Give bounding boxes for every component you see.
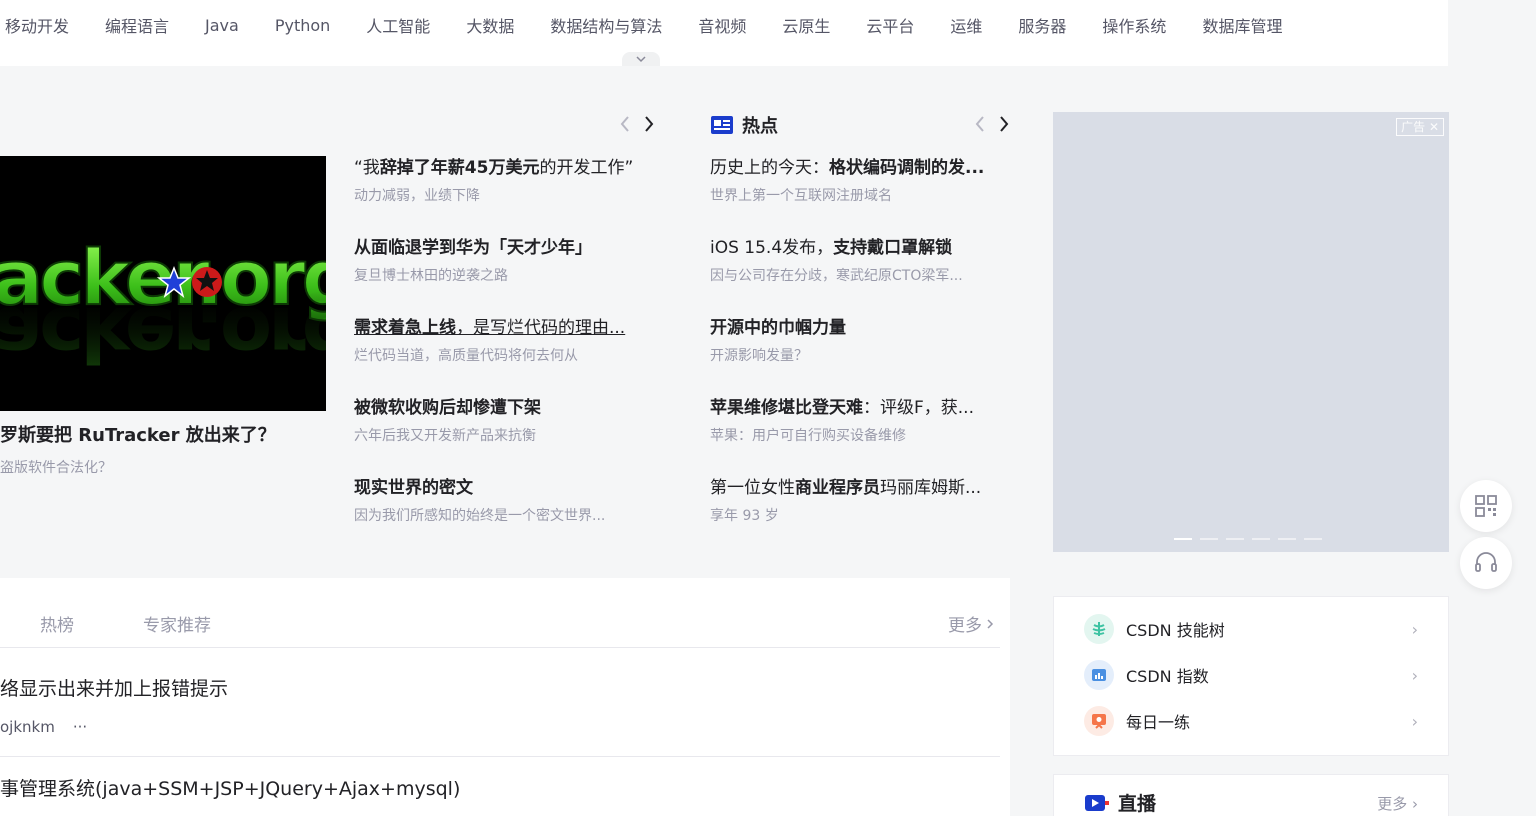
qr-code-button[interactable]	[1460, 480, 1512, 532]
chevron-left-icon[interactable]	[618, 115, 632, 133]
chevron-left-icon[interactable]	[973, 115, 987, 133]
index-chart-icon	[1084, 660, 1114, 690]
nav-item-python[interactable]: Python	[275, 16, 330, 35]
news-item[interactable]: 现实世界的密文 因为我们所感知的始终是一个密文世界...	[354, 476, 654, 556]
svg-text:acker.org: acker.org	[0, 290, 326, 379]
chevron-right-icon[interactable]	[642, 115, 656, 133]
ad-carousel-dots	[1174, 538, 1322, 540]
rutracker-logo: acker.org acker.org	[0, 232, 326, 379]
qr-code-icon	[1475, 495, 1497, 517]
category-list: 移动开发 编程语言 Java Python 人工智能 大数据 数据结构与算法 音…	[0, 0, 1312, 50]
hot-item[interactable]: 苹果维修堪比登天难：评级F，获... 苹果：用户可自行购买设备维修	[710, 396, 1010, 476]
chevron-right-icon: ›	[1411, 665, 1418, 685]
hot-item[interactable]: 开源中的巾帼力量 开源影响发量？	[710, 316, 1010, 396]
nav-item-java[interactable]: Java	[205, 16, 239, 35]
feature-subtitle: 盗版软件合法化？	[0, 460, 112, 476]
tab-hot-list[interactable]: 热榜	[40, 611, 74, 636]
news-list: “我辞掉了年薪45万美元的开发工作” 动力减弱，业绩下降 从面临退学到华为「天才…	[354, 156, 654, 556]
news-item[interactable]: 从面临退学到华为「天才少年」 复旦博士林田的逆袭之路	[354, 236, 654, 316]
live-panel: 直播 更多 ›	[1053, 774, 1449, 816]
customer-service-button[interactable]	[1460, 537, 1512, 589]
row-divider	[0, 756, 1000, 757]
news-carousel-arrows	[618, 115, 656, 133]
hot-list: 历史上的今天：格状编码调制的发... 世界上第一个互联网注册域名 iOS 15.…	[710, 156, 1010, 556]
carousel-dot[interactable]	[1200, 538, 1218, 540]
tool-skill-tree[interactable]: CSDN 技能树 ›	[1084, 613, 1418, 645]
ad-banner[interactable]: 广告 ✕	[1053, 112, 1449, 552]
hot-heading-label: 热点	[742, 116, 778, 137]
feature-image[interactable]: acker.org acker.org	[0, 156, 326, 411]
nav-item-ops[interactable]: 运维	[950, 13, 982, 37]
tools-panel: CSDN 技能树 › CSDN 指数 › 每日一练 ›	[1053, 596, 1449, 756]
tool-csdn-index[interactable]: CSDN 指数 ›	[1084, 659, 1418, 691]
ad-label[interactable]: 广告 ✕	[1396, 118, 1444, 136]
nav-item-cloud-platform[interactable]: 云平台	[866, 13, 914, 37]
article-author[interactable]: ojknkm	[0, 718, 55, 736]
article-list-panel: 热榜 专家推荐 更多 络显示出来并加上报错提示 ojknkm ··· 事管理系统…	[0, 578, 1010, 816]
tool-label: CSDN 指数	[1126, 667, 1209, 686]
feature-title[interactable]: 罗斯要把 RuTracker 放出来了？	[0, 421, 276, 447]
nav-item-os[interactable]: 操作系统	[1102, 13, 1166, 37]
chevron-down-icon	[636, 56, 646, 63]
tool-label: CSDN 技能树	[1126, 621, 1225, 640]
live-video-icon	[1085, 794, 1109, 811]
news-item[interactable]: 需求着急上线，是写烂代码的理由... 烂代码当道，高质量代码将何去何从	[354, 316, 654, 396]
carousel-dot[interactable]	[1278, 538, 1296, 540]
more-options-icon[interactable]: ···	[73, 718, 87, 736]
news-item[interactable]: 被微软收购后却惨遭下架 六年后我又开发新产品来抗衡	[354, 396, 654, 476]
hot-item[interactable]: 历史上的今天：格状编码调制的发... 世界上第一个互联网注册域名	[710, 156, 1010, 236]
headset-icon	[1475, 552, 1497, 572]
live-heading-label: 直播	[1118, 793, 1157, 815]
nav-item-av[interactable]: 音视频	[698, 13, 746, 37]
nav-item-ai[interactable]: 人工智能	[366, 13, 430, 37]
hot-carousel-arrows	[973, 115, 1011, 133]
more-label: 更多	[948, 616, 982, 636]
nav-item-mobile-dev[interactable]: 移动开发	[5, 13, 69, 37]
tab-expert-recommend[interactable]: 专家推荐	[143, 611, 211, 636]
live-more-link[interactable]: 更多 ›	[1377, 793, 1418, 814]
article-title[interactable]: 络显示出来并加上报错提示	[0, 674, 228, 701]
nav-item-algorithms[interactable]: 数据结构与算法	[550, 13, 662, 37]
carousel-dot[interactable]	[1174, 538, 1192, 540]
daily-practice-icon	[1084, 706, 1114, 736]
news-item[interactable]: “我辞掉了年薪45万美元的开发工作” 动力减弱，业绩下降	[354, 156, 654, 236]
nav-item-languages[interactable]: 编程语言	[105, 13, 169, 37]
nav-item-server[interactable]: 服务器	[1018, 13, 1066, 37]
article-meta: ojknkm ···	[0, 718, 87, 736]
skill-tree-icon	[1084, 614, 1114, 644]
carousel-dot[interactable]	[1304, 538, 1322, 540]
top-category-nav: 移动开发 编程语言 Java Python 人工智能 大数据 数据结构与算法 音…	[0, 0, 1448, 66]
expand-nav-button[interactable]	[622, 52, 660, 66]
nav-item-cloud-native[interactable]: 云原生	[782, 13, 830, 37]
chevron-right-icon[interactable]	[997, 115, 1011, 133]
carousel-dot[interactable]	[1252, 538, 1270, 540]
hot-news-icon	[711, 116, 733, 134]
live-heading: 直播	[1084, 789, 1156, 816]
carousel-dot[interactable]	[1226, 538, 1244, 540]
tool-label: 每日一练	[1126, 713, 1191, 732]
hot-item[interactable]: iOS 15.4发布，支持戴口罩解锁 因与公司存在分歧，寒武纪原CTO梁军...	[710, 236, 1010, 316]
chevron-right-icon	[987, 618, 994, 629]
chevron-right-icon: ›	[1411, 711, 1418, 731]
hot-item[interactable]: 第一位女性商业程序员玛丽库姆斯... 享年 93 岁	[710, 476, 1010, 556]
tool-daily-practice[interactable]: 每日一练 ›	[1084, 705, 1418, 737]
nav-item-bigdata[interactable]: 大数据	[466, 13, 514, 37]
list-tabs: 热榜 专家推荐 更多	[0, 578, 1000, 648]
article-title[interactable]: 事管理系统(java+SSM+JSP+JQuery+Ajax+mysql)	[0, 774, 460, 801]
hot-heading: 热点	[710, 112, 778, 138]
more-link[interactable]: 更多	[948, 611, 994, 636]
chevron-right-icon: ›	[1411, 619, 1418, 639]
nav-item-database[interactable]: 数据库管理	[1202, 13, 1282, 37]
